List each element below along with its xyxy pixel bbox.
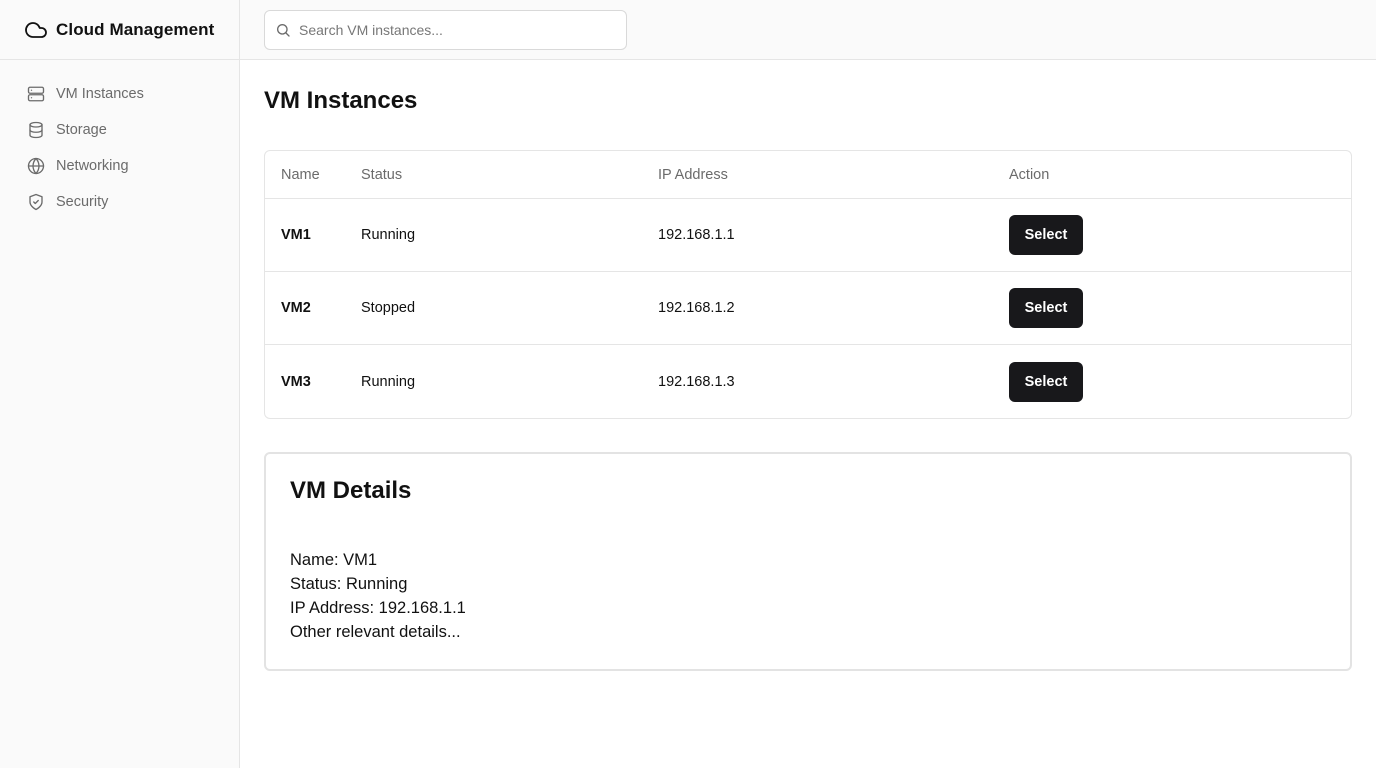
globe-icon <box>27 157 45 175</box>
vm-name: VM1 <box>281 227 311 243</box>
cloud-icon <box>24 18 48 42</box>
sidebar-item-label: Networking <box>56 158 129 174</box>
sidebar-item-vm-instances[interactable]: VM Instances <box>0 76 239 112</box>
column-header-ip: IP Address <box>658 166 728 183</box>
app-title: Cloud Management <box>56 19 215 39</box>
vm-action: Select <box>1009 361 1351 402</box>
detail-name: Name: VM1 <box>290 551 378 569</box>
search-icon <box>275 22 291 38</box>
detail-other: Other relevant details... <box>290 623 461 641</box>
sidebar-item-label: Storage <box>56 122 107 138</box>
brand: Cloud Management <box>0 0 239 60</box>
column-header-name: Name <box>281 166 320 183</box>
app-root: Cloud Management VM Instances Storage Ne… <box>0 0 1376 768</box>
detail-status: Status: Running <box>290 575 408 593</box>
vm-name: VM2 <box>281 300 311 316</box>
search-box[interactable] <box>264 9 627 50</box>
search-input[interactable] <box>299 21 626 38</box>
vm-status: Running <box>361 227 416 243</box>
content: VM Instances Name Status IP Address Acti… <box>240 60 1376 671</box>
shield-icon <box>27 193 45 211</box>
sidebar-nav: VM Instances Storage Networking Security <box>0 60 239 220</box>
select-button[interactable]: Select <box>1009 361 1083 402</box>
details-body: Name: VM1 Status: Running IP Address: 19… <box>290 548 1326 644</box>
server-icon <box>27 85 45 103</box>
database-icon <box>27 121 45 139</box>
vm-table: Name Status IP Address Action VM1 Runnin… <box>264 150 1352 419</box>
sidebar-item-label: Security <box>56 194 109 210</box>
table-row: VM3 Running 192.168.1.3 Select <box>265 345 1351 418</box>
sidebar: Cloud Management VM Instances Storage Ne… <box>0 0 240 768</box>
vm-details-panel: VM Details Name: VM1 Status: Running IP … <box>264 452 1352 671</box>
detail-ip: IP Address: 192.168.1.1 <box>290 599 466 617</box>
vm-ip: 192.168.1.1 <box>658 227 735 243</box>
vm-ip: 192.168.1.2 <box>658 300 735 316</box>
main-area: VM Instances Name Status IP Address Acti… <box>240 0 1376 768</box>
table-row: VM2 Stopped 192.168.1.2 Select <box>265 272 1351 345</box>
sidebar-item-security[interactable]: Security <box>0 184 239 220</box>
vm-status: Stopped <box>361 300 416 316</box>
vm-action: Select <box>1009 288 1351 328</box>
details-title: VM Details <box>290 477 412 504</box>
table-header-row: Name Status IP Address Action <box>265 151 1351 199</box>
page-title: VM Instances <box>264 87 418 114</box>
sidebar-item-label: VM Instances <box>56 86 144 102</box>
vm-action: Select <box>1009 215 1351 255</box>
table-row: VM1 Running 192.168.1.1 Select <box>265 199 1351 272</box>
column-header-action: Action <box>1009 166 1050 183</box>
select-button[interactable]: Select <box>1009 215 1083 255</box>
vm-name: VM3 <box>281 373 311 390</box>
select-button[interactable]: Select <box>1009 288 1083 328</box>
sidebar-item-storage[interactable]: Storage <box>0 112 239 148</box>
column-header-status: Status <box>361 166 403 183</box>
topbar <box>240 0 1376 60</box>
vm-status: Running <box>361 373 416 390</box>
vm-ip: 192.168.1.3 <box>658 373 735 390</box>
sidebar-item-networking[interactable]: Networking <box>0 148 239 184</box>
